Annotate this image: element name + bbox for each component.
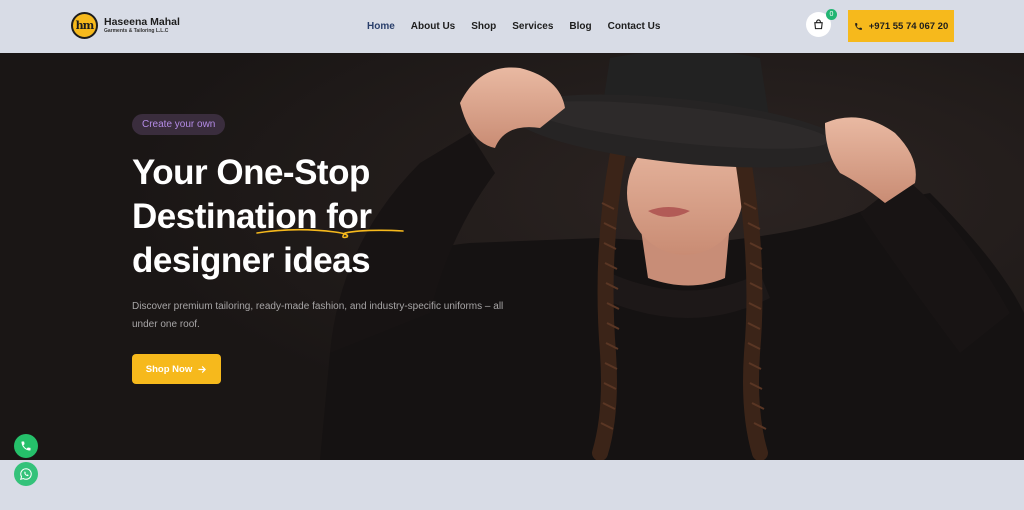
phone-contact-button[interactable]: +971 55 74 067 20	[848, 10, 954, 42]
whatsapp-icon	[19, 468, 32, 480]
phone-number: +971 55 74 067 20	[868, 20, 949, 32]
nav-shop[interactable]: Shop	[471, 21, 496, 32]
shop-now-label: Shop Now	[145, 363, 193, 375]
nav-about-us[interactable]: About Us	[411, 21, 455, 32]
phone-icon	[21, 441, 31, 451]
headline-underline-swoosh	[256, 228, 404, 239]
brand-name: Haseena Mahal	[104, 15, 180, 28]
shopping-bag-icon	[814, 19, 823, 30]
nav-home[interactable]: Home	[367, 21, 395, 32]
nav-contact-us[interactable]: Contact Us	[608, 21, 661, 32]
floating-whatsapp-button[interactable]	[14, 462, 38, 486]
hero-tag: Create your own	[132, 114, 226, 135]
nav-blog[interactable]: Blog	[569, 21, 591, 32]
phone-icon	[854, 22, 862, 30]
brand-subtitle: Garments & Tailoring L.L.C	[104, 28, 169, 35]
headline-line-1: Your One-Stop	[132, 153, 370, 192]
headline-line-3: designer ideas	[132, 241, 371, 280]
hero-section: Create your own Your One-Stop Destinatio…	[0, 53, 1024, 460]
site-header: hm Haseena Mahal Garments & Tailoring L.…	[0, 0, 1024, 53]
main-nav: Home About Us Shop Services Blog Contact…	[367, 21, 676, 32]
nav-services[interactable]: Services	[512, 21, 553, 32]
hero-description: Discover premium tailoring, ready-made f…	[132, 301, 504, 330]
brand-logo[interactable]: hm Haseena Mahal Garments & Tailoring L.…	[71, 12, 180, 39]
arrow-right-icon	[198, 365, 207, 373]
cart-count-badge: 0	[826, 9, 837, 20]
cart-button[interactable]: 0	[806, 9, 837, 37]
shop-now-button[interactable]: Shop Now	[132, 354, 221, 384]
floating-call-button[interactable]	[14, 434, 38, 458]
logo-mark: hm	[71, 12, 98, 39]
hero-headline: Your One-Stop Destination for designer i…	[132, 151, 462, 283]
